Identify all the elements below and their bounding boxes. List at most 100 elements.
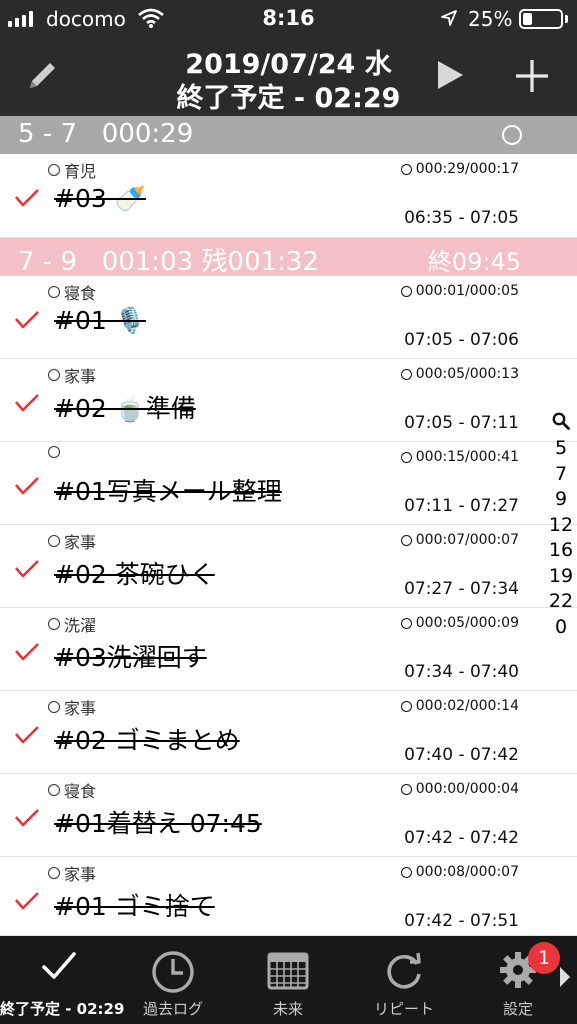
task-row[interactable]: 000:15/000:41 #01写真メール整理 07:11 - 07:27 [0, 442, 577, 525]
task-time-range: 07:40 - 07:42 [404, 745, 519, 765]
tab-repeat[interactable]: リピート [348, 936, 460, 1024]
tab-label: 未来 [272, 1000, 303, 1018]
elapsed-value: 000:05/000:13 [415, 366, 519, 382]
elapsed-value: 000:00/000:04 [415, 781, 519, 797]
check-icon [42, 952, 76, 979]
task-time-range: 07:05 - 07:11 [404, 413, 519, 433]
index-hour[interactable]: 5 [546, 436, 576, 462]
elapsed-ring-icon [400, 285, 412, 297]
task-row[interactable]: 洗濯 000:05/000:09 #03洗濯回す 07:34 - 07:40 [0, 608, 577, 691]
elapsed-ring-icon [400, 534, 412, 546]
category-label: 家事 [64, 865, 97, 884]
category-ring-icon [48, 618, 60, 630]
time-section-7-9[interactable]: 7 - 9 001:03 残001:32 終09:45 [0, 238, 577, 277]
task-category: 寝食 [48, 778, 96, 802]
category-label: 洗濯 [64, 616, 97, 635]
elapsed-value: 000:01/000:05 [415, 283, 519, 299]
task-row[interactable]: 家事 000:02/000:14 #02 ゴミまとめ 07:40 - 07:42 [0, 691, 577, 774]
task-category: 育児 [48, 158, 96, 182]
elapsed-value: 000:05/000:09 [415, 615, 519, 631]
task-elapsed: 000:05/000:09 [400, 615, 519, 631]
play-icon[interactable] [436, 60, 464, 90]
category-ring-icon [48, 535, 60, 547]
category-ring-icon [48, 784, 60, 796]
task-time-range: 07:11 - 07:27 [404, 496, 519, 516]
check-icon[interactable] [14, 393, 40, 413]
index-hour[interactable]: 16 [546, 538, 576, 564]
task-name: #03洗濯回す [54, 643, 207, 672]
elapsed-value: 000:07/000:07 [415, 532, 519, 548]
battery-icon [519, 9, 563, 29]
task-time-range: 07:34 - 07:40 [404, 662, 519, 682]
section-status-circle-icon[interactable] [502, 125, 522, 145]
task-name: #01 ゴミ捨て [54, 892, 215, 921]
task-elapsed: 000:00/000:04 [400, 781, 519, 797]
task-row[interactable]: 家事 000:05/000:13 #02 🍵準備 07:05 - 07:11 [0, 359, 577, 442]
category-ring-icon [48, 446, 60, 458]
index-hour[interactable]: 9 [546, 487, 576, 513]
task-name: #03 🍼 [54, 184, 146, 213]
index-hour[interactable]: 7 [546, 462, 576, 488]
battery-tip [565, 15, 568, 23]
category-ring-icon [48, 369, 60, 381]
elapsed-value: 000:15/000:41 [415, 449, 519, 465]
index-hour[interactable]: 0 [546, 615, 576, 641]
task-name: #02 茶碗ひく [54, 560, 215, 589]
category-label: 家事 [64, 533, 97, 552]
tab-past-log[interactable]: 過去ログ [118, 936, 228, 1024]
task-row[interactable]: 家事 000:08/000:07 #01 ゴミ捨て 07:42 - 07:51 [0, 857, 577, 936]
task-time-range: 07:27 - 07:34 [404, 579, 519, 599]
status-bar: docomo 8:16 25% [0, 0, 577, 38]
task-name: #01 🎙️ [54, 306, 146, 335]
category-label: 家事 [64, 367, 97, 386]
tab-label: 過去ログ [142, 1000, 203, 1018]
task-elapsed: 000:05/000:13 [400, 366, 519, 382]
check-icon[interactable] [14, 891, 40, 911]
elapsed-ring-icon [400, 783, 412, 795]
add-icon[interactable] [514, 58, 550, 94]
check-icon[interactable] [14, 642, 40, 662]
settings-badge: 1 [528, 942, 560, 974]
task-category: 家事 [48, 861, 96, 885]
page-title-end-time: 終了予定 - 02:29 [176, 83, 401, 114]
category-ring-icon [48, 164, 60, 176]
check-icon[interactable] [14, 310, 40, 330]
index-hour[interactable]: 12 [546, 513, 576, 539]
elapsed-value: 000:02/000:14 [415, 698, 519, 714]
chevron-right-icon[interactable] [558, 966, 572, 988]
tab-end-time[interactable]: 終了予定 - 02:29 [0, 936, 125, 1024]
task-category: 家事 [48, 363, 96, 387]
check-icon[interactable] [14, 476, 40, 496]
tab-label: 終了予定 - 02:29 [0, 1000, 125, 1018]
elapsed-ring-icon [400, 700, 412, 712]
task-time-range: 07:42 - 07:42 [404, 828, 519, 848]
search-icon[interactable] [552, 412, 570, 430]
task-row[interactable]: 家事 000:07/000:07 #02 茶碗ひく 07:27 - 07:34 [0, 525, 577, 608]
tab-future[interactable]: 未来 [228, 936, 348, 1024]
time-section-5-7[interactable]: 5 - 7 000:29 [0, 116, 577, 154]
index-hour[interactable]: 19 [546, 564, 576, 590]
task-time-range: 06:35 - 07:05 [404, 208, 519, 228]
task-elapsed: 000:15/000:41 [400, 449, 519, 465]
calendar-icon [267, 952, 309, 990]
task-name: #02 ゴミまとめ [54, 726, 240, 755]
task-elapsed: 000:08/000:07 [400, 864, 519, 880]
elapsed-value: 000:08/000:07 [415, 864, 519, 880]
clock-icon [152, 951, 194, 993]
app-header: docomo 8:16 25% 2019/07/24 水 終了予定 - 02:2… [0, 0, 577, 116]
check-icon[interactable] [14, 725, 40, 745]
check-icon[interactable] [14, 559, 40, 579]
task-row[interactable]: 育児 000:29/000:17 #03 🍼 06:35 - 07:05 [0, 154, 577, 238]
task-row[interactable]: 寝食 000:01/000:05 #01 🎙️ 07:05 - 07:06 [0, 276, 577, 359]
task-category: 洗濯 [48, 612, 96, 636]
location-arrow-icon [441, 10, 457, 26]
hour-index[interactable]: 5 7 9 12 16 19 22 0 [546, 412, 576, 640]
task-row[interactable]: 寝食 000:00/000:04 #01着替え 07:45 07:42 - 07:42 [0, 774, 577, 857]
check-icon[interactable] [14, 808, 40, 828]
category-label: 寝食 [64, 782, 97, 801]
index-hour[interactable]: 22 [546, 589, 576, 615]
category-label: 家事 [64, 699, 97, 718]
task-category: 家事 [48, 529, 96, 553]
task-name: #01着替え 07:45 [54, 809, 262, 838]
check-icon[interactable] [14, 188, 40, 208]
